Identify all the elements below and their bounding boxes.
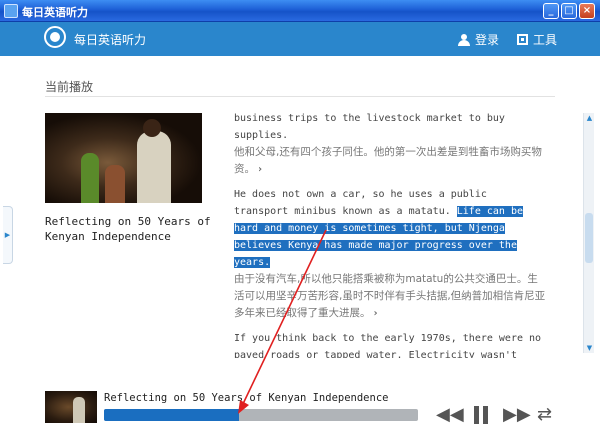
transcript-zh: 他和父母,还有四个孩子同住。他的第一次出差是到牲畜市场购买物资。 [234, 146, 542, 175]
progress-fill [104, 409, 240, 421]
app-title: 每日英语听力 [74, 33, 147, 47]
video-thumbnail[interactable] [45, 113, 202, 203]
user-icon [458, 33, 470, 46]
tools-label: 工具 [533, 33, 558, 47]
transcript-panel[interactable]: business trips to the livestock market t… [234, 113, 546, 358]
chevron-right-icon[interactable]: › [373, 305, 379, 322]
divider [45, 96, 555, 97]
section-label: 当前播放 [45, 80, 94, 94]
transcript-en[interactable]: He does not own a car, so he uses a publ… [234, 189, 487, 217]
minimize-icon[interactable]: _ [543, 3, 559, 19]
player-title: Reflecting on 50 Years of Kenyan Indepen… [104, 392, 389, 404]
logo-icon [44, 26, 66, 48]
window-title: 每日英语听力 [22, 6, 88, 19]
progress-bar[interactable] [104, 409, 418, 421]
now-playing-title[interactable]: Reflecting on 50 Years of Kenyan Indepen… [45, 214, 220, 244]
app-icon [4, 4, 18, 18]
login-button[interactable]: 登录 [458, 31, 499, 48]
scroll-down-icon[interactable]: ▼ [584, 343, 595, 353]
window-titlebar: 每日英语听力 _ □ × [0, 0, 600, 22]
tools-button[interactable]: 工具 [517, 31, 557, 48]
fast-forward-icon[interactable]: ▶▶ [503, 405, 531, 425]
scroll-thumb[interactable] [585, 213, 593, 263]
pause-icon[interactable] [474, 406, 488, 424]
chevron-right-icon[interactable]: › [257, 161, 263, 178]
scrollbar[interactable]: ▲ ▼ [583, 113, 594, 353]
transcript-zh: 由于没有汽车,所以他只能搭乘被称为matatu的公共交通巴士。生活可以用坚辛万苦… [234, 273, 546, 319]
maximize-icon[interactable]: □ [561, 3, 577, 19]
close-icon[interactable]: × [579, 3, 595, 19]
expand-icon[interactable]: ▶ [3, 206, 13, 264]
transcript-en[interactable]: business trips to the livestock market t… [234, 113, 505, 141]
app-header: 每日英语听力 登录 工具 [0, 22, 600, 56]
repeat-icon[interactable]: ⇄ [537, 405, 552, 425]
rewind-icon[interactable]: ◀◀ [436, 405, 464, 425]
login-label: 登录 [475, 33, 500, 47]
tools-icon [517, 34, 528, 45]
transcript-en[interactable]: If you think back to the early 1970s, th… [234, 333, 541, 358]
scroll-up-icon[interactable]: ▲ [584, 113, 595, 123]
player-thumbnail [45, 391, 97, 423]
